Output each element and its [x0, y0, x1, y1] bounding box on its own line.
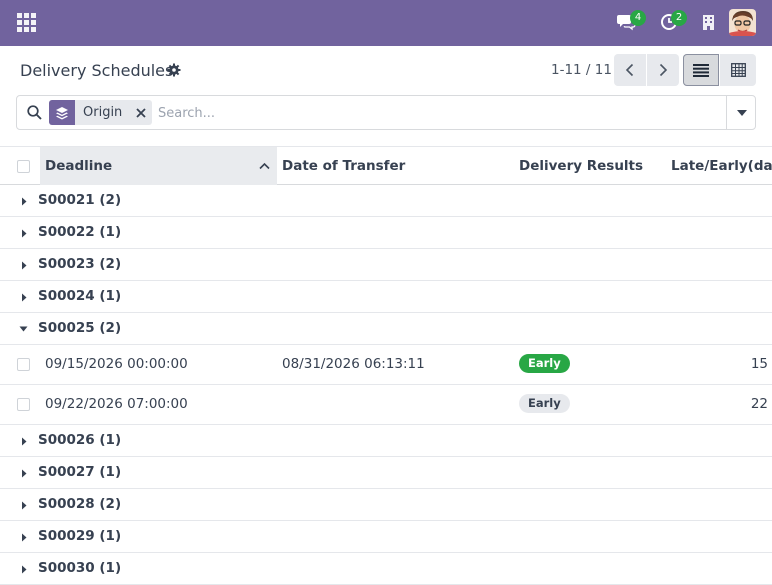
cell-late-early-days: 15: [750, 356, 768, 372]
facet-label: Origin: [83, 105, 123, 120]
caret-right-icon: [22, 469, 27, 478]
list-icon: [693, 63, 709, 77]
search-options-toggle[interactable]: [726, 96, 756, 129]
caret-right-icon: [22, 501, 27, 510]
group-row[interactable]: S00028 (2): [0, 489, 772, 521]
search-facet-origin[interactable]: Origin: [49, 100, 153, 125]
select-all-checkbox[interactable]: [17, 160, 30, 173]
column-header-date-of-transfer[interactable]: Date of Transfer: [282, 158, 405, 174]
group-label: S00027 (1): [38, 464, 122, 480]
activities-count-badge: 2: [671, 10, 687, 26]
search-bar: Origin: [16, 95, 756, 130]
top-navbar: 4 2: [0, 0, 772, 46]
caret-down-icon: [736, 109, 747, 116]
table-row[interactable]: 09/22/2026 07:00:00 Early 22: [0, 385, 772, 425]
column-header-delivery-results[interactable]: Delivery Results: [519, 158, 643, 174]
search-icon: [27, 105, 42, 124]
group-row[interactable]: S00027 (1): [0, 457, 772, 489]
messages-count-badge: 4: [630, 10, 646, 26]
delivery-result-badge: Early: [519, 394, 570, 413]
group-row[interactable]: S00023 (2): [0, 249, 772, 281]
row-checkbox[interactable]: [17, 358, 30, 371]
table-row[interactable]: 09/15/2026 00:00:00 08/31/2026 06:13:11 …: [0, 345, 772, 385]
group-label: S00030 (1): [38, 560, 122, 576]
group-label: S00024 (1): [38, 288, 122, 304]
group-label: S00028 (2): [38, 496, 122, 512]
caret-right-icon: [22, 261, 27, 270]
group-label: S00029 (1): [38, 528, 122, 544]
group-row[interactable]: S00026 (1): [0, 425, 772, 457]
list-header: Deadline Date of Transfer Delivery Resul…: [0, 146, 772, 185]
caret-right-icon: [22, 565, 27, 574]
pivot-view-button[interactable]: [720, 54, 756, 86]
pager-value[interactable]: 1-11 / 11: [551, 62, 612, 78]
cell-late-early-days: 22: [750, 396, 768, 412]
group-row[interactable]: S00022 (1): [0, 217, 772, 249]
caret-right-icon: [22, 533, 27, 542]
pager-next-button[interactable]: [647, 54, 679, 86]
gear-icon[interactable]: [167, 63, 181, 81]
remove-facet-close-icon[interactable]: [130, 100, 152, 125]
chevron-left-icon: [625, 63, 634, 77]
pager-previous-button[interactable]: [614, 54, 646, 86]
group-label: S00023 (2): [38, 256, 122, 272]
group-label: S00026 (1): [38, 432, 122, 448]
cell-date-of-transfer: 08/31/2026 06:13:11: [282, 356, 425, 372]
column-header-late-early-days[interactable]: Late/Early(day): [671, 158, 772, 174]
group-row[interactable]: S00021 (2): [0, 185, 772, 217]
pivot-table-icon: [730, 63, 746, 77]
page-title: Delivery Schedules: [20, 61, 174, 80]
search-input[interactable]: [158, 102, 718, 124]
caret-right-icon: [22, 229, 27, 238]
row-checkbox[interactable]: [17, 398, 30, 411]
sort-ascending-caret-icon[interactable]: [259, 159, 270, 174]
group-label: S00021 (2): [38, 192, 122, 208]
company-building-icon[interactable]: [702, 14, 715, 35]
cell-deadline: 09/22/2026 07:00:00: [45, 396, 188, 412]
caret-down-icon: [19, 326, 28, 332]
group-by-layers-icon: [49, 100, 75, 125]
group-label: S00025 (2): [38, 320, 122, 336]
caret-right-icon: [22, 197, 27, 206]
column-header-deadline[interactable]: Deadline: [45, 158, 112, 174]
chevron-right-icon: [659, 63, 668, 77]
group-row[interactable]: S00024 (1): [0, 281, 772, 313]
caret-right-icon: [22, 293, 27, 302]
list-view-button[interactable]: [683, 54, 719, 86]
group-row[interactable]: S00029 (1): [0, 521, 772, 553]
delivery-result-badge: Early: [519, 354, 570, 373]
user-avatar[interactable]: [729, 9, 756, 36]
apps-menu-icon[interactable]: [17, 13, 36, 32]
caret-right-icon: [22, 437, 27, 446]
group-row-expanded[interactable]: S00025 (2): [0, 313, 772, 345]
cell-deadline: 09/15/2026 00:00:00: [45, 356, 188, 372]
group-row[interactable]: S00030 (1): [0, 553, 772, 585]
group-label: S00022 (1): [38, 224, 122, 240]
